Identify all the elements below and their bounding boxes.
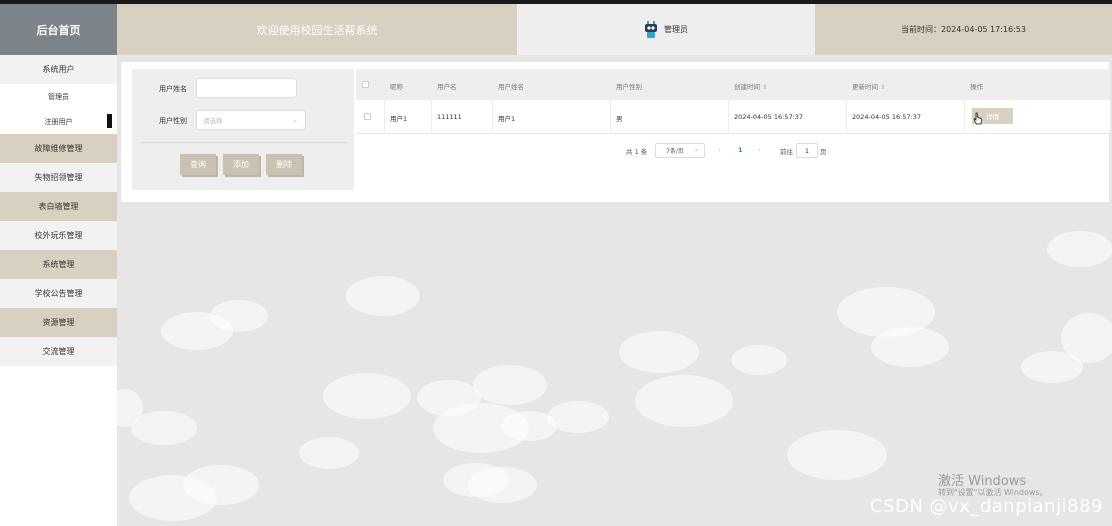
header-nickname: 昵称 xyxy=(390,83,403,91)
current-time: 当前时间：2024-04-05 17:16:53 xyxy=(815,4,1112,55)
sidebar-item-system[interactable]: 系统管理 xyxy=(0,250,117,279)
sidebar-item-announcements[interactable]: 学校公告管理 xyxy=(0,279,117,308)
column-divider xyxy=(610,100,611,134)
bg-bubble xyxy=(1061,313,1112,363)
csdn-watermark: CSDN @vx_danpianji889 xyxy=(870,496,1103,517)
add-button[interactable]: 添加 xyxy=(223,154,259,175)
page-unit-label: 页 xyxy=(820,148,827,156)
header-gender: 用户性别 xyxy=(616,83,642,91)
sort-icon: ⇕ xyxy=(762,84,768,91)
bg-bubble xyxy=(871,327,949,367)
sidebar-item-repair[interactable]: 故障维修管理 xyxy=(0,134,117,163)
column-divider xyxy=(431,100,432,134)
sidebar-item-lost-found[interactable]: 失物招领管理 xyxy=(0,163,117,192)
page-size-select[interactable]: 7条/页 ⌄ xyxy=(655,143,705,158)
bg-bubble xyxy=(346,276,420,316)
column-divider xyxy=(964,100,965,134)
table-header xyxy=(356,69,1110,100)
bg-bubble xyxy=(731,345,787,375)
prev-page-icon[interactable]: ‹ xyxy=(718,146,721,154)
goto-label: 前往 xyxy=(780,148,793,156)
bg-bubble xyxy=(323,373,411,419)
bg-bubble xyxy=(467,467,537,503)
name-input[interactable] xyxy=(196,78,297,98)
sidebar-item-system-users[interactable]: 系统用户 xyxy=(0,55,117,84)
sidebar-item-offcampus[interactable]: 校外玩乐管理 xyxy=(0,221,117,250)
cell-nickname: 用户1 xyxy=(390,115,408,123)
sidebar: 系统用户 管理员 注册用户 故障维修管理 失物招领管理 表白墙管理 校外玩乐管理… xyxy=(0,55,117,526)
sidebar-item-registered-users[interactable]: 注册用户 xyxy=(0,109,117,134)
bg-bubble xyxy=(619,331,699,373)
column-divider xyxy=(728,100,729,134)
header-created[interactable]: 创建时间 ⇕ xyxy=(734,81,767,91)
cell-created: 2024-04-05 16:57:37 xyxy=(734,113,804,121)
gender-select[interactable]: 请选择 ⌄ xyxy=(196,110,306,130)
bg-bubble xyxy=(547,401,609,433)
admin-menu[interactable]: 管理员 xyxy=(517,4,815,55)
row-checkbox[interactable] xyxy=(364,113,371,120)
column-divider xyxy=(384,100,385,134)
cell-updated: 2024-04-05 16:57:37 xyxy=(852,113,922,121)
bg-bubble xyxy=(635,375,733,427)
hand-cursor-icon xyxy=(973,112,982,125)
bg-bubble xyxy=(210,300,268,332)
sidebar-item-resources[interactable]: 资源管理 xyxy=(0,308,117,337)
bg-bubble xyxy=(473,365,547,405)
header-updated[interactable]: 更新时间 ⇕ xyxy=(852,81,885,91)
welcome-banner: 欢迎使用校园生活帮系统 xyxy=(117,4,517,55)
bg-bubble xyxy=(299,437,359,469)
sidebar-item-communication[interactable]: 交流管理 xyxy=(0,337,117,366)
next-page-icon[interactable]: › xyxy=(758,146,761,154)
sort-icon: ⇕ xyxy=(880,84,886,91)
filter-divider xyxy=(141,142,347,143)
query-button[interactable]: 查询 xyxy=(180,154,216,175)
name-label: 用户姓名 xyxy=(159,85,187,93)
robot-avatar-icon xyxy=(645,20,657,38)
home-link[interactable]: 后台首页 xyxy=(0,4,117,55)
gender-label: 用户性别 xyxy=(159,117,187,125)
cell-username: 111111 xyxy=(437,113,462,121)
column-divider xyxy=(846,100,847,134)
bg-bubble xyxy=(183,465,259,505)
sidebar-item-confession-wall[interactable]: 表白墙管理 xyxy=(0,192,117,221)
chevron-down-icon: ⌄ xyxy=(693,146,699,153)
select-all-checkbox[interactable] xyxy=(362,81,369,88)
page-number-current[interactable]: 1 xyxy=(738,146,743,154)
header-realname: 用户姓名 xyxy=(498,83,524,91)
header-username: 用户名 xyxy=(437,83,457,91)
sidebar-item-admins[interactable]: 管理员 xyxy=(0,84,117,109)
delete-button[interactable]: 删除 xyxy=(266,154,302,175)
bg-bubble xyxy=(787,430,887,480)
cell-realname: 用户1 xyxy=(498,115,516,123)
header-action: 操作 xyxy=(970,83,983,91)
pagination-total: 共 1 条 xyxy=(626,148,648,156)
admin-label: 管理员 xyxy=(664,25,688,34)
cell-gender: 男 xyxy=(616,115,623,123)
bg-bubble xyxy=(1047,231,1112,267)
goto-page-input[interactable]: 1 xyxy=(796,143,818,158)
chevron-down-icon: ⌄ xyxy=(292,116,298,124)
column-divider xyxy=(492,100,493,134)
gender-placeholder: 请选择 xyxy=(203,117,223,125)
